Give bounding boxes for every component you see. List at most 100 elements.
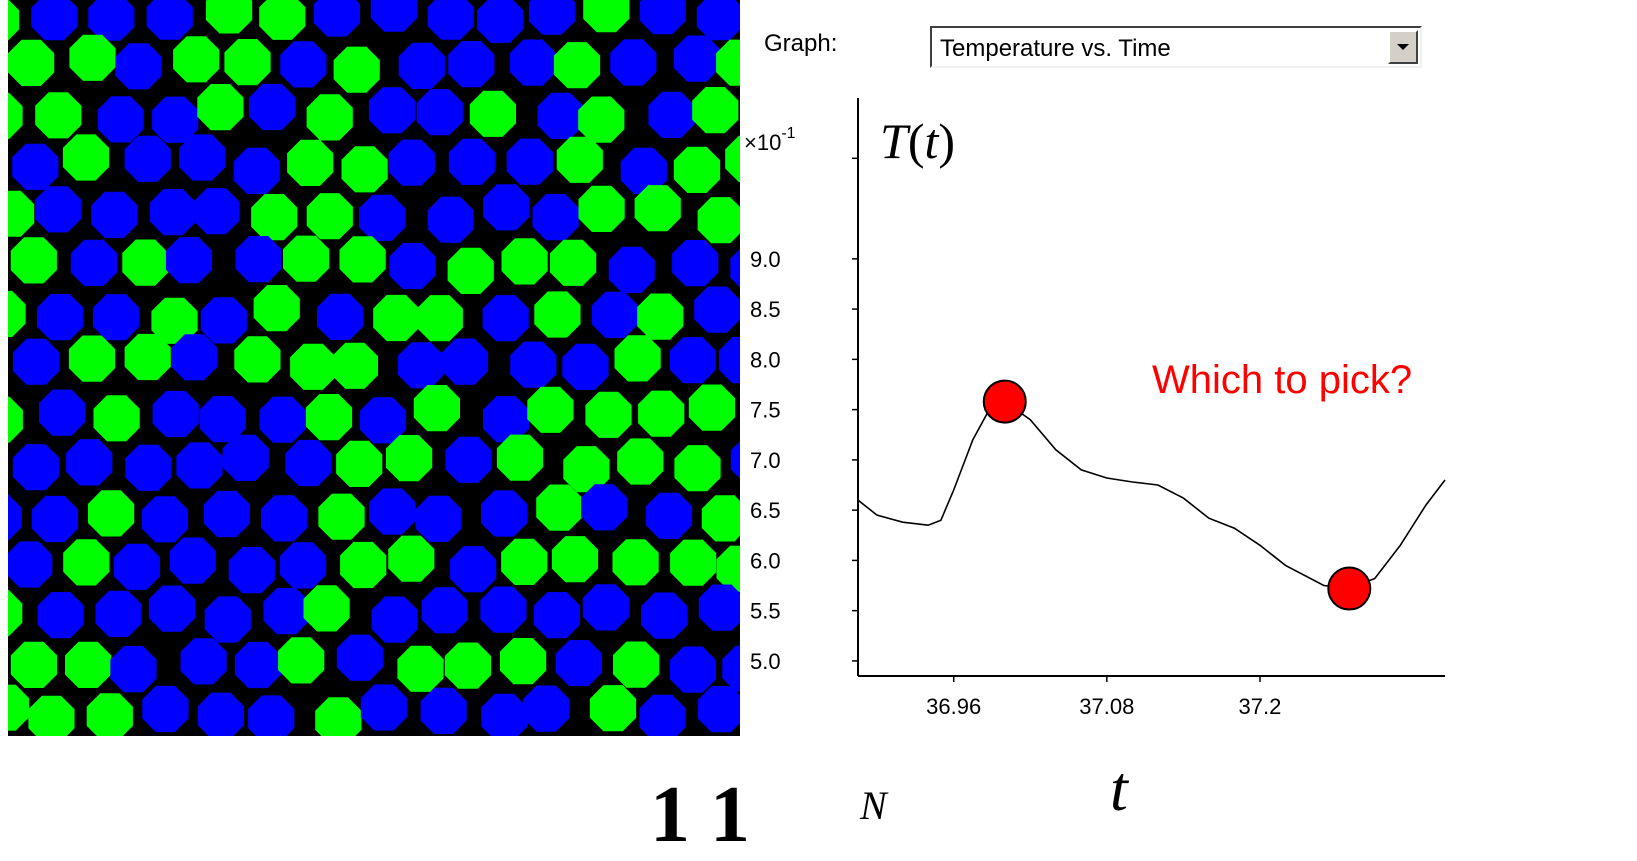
particle	[8, 290, 26, 338]
particle	[204, 596, 251, 643]
particle	[389, 243, 436, 290]
y-tick-label: 5.5	[750, 599, 781, 624]
particle	[248, 695, 295, 736]
y-tick-label: 9.0	[750, 247, 781, 272]
particle	[62, 134, 110, 181]
particle	[481, 693, 528, 736]
particle	[8, 39, 55, 86]
particle	[180, 638, 227, 685]
particle	[614, 335, 661, 382]
particle	[253, 285, 300, 332]
dropdown-arrow-button[interactable]	[1388, 30, 1418, 64]
simulation-panel	[8, 0, 740, 736]
particle	[617, 438, 664, 485]
particle	[527, 386, 574, 433]
bottom-variable: t	[1110, 753, 1128, 824]
particle	[608, 246, 655, 293]
particle	[88, 0, 135, 41]
particle	[8, 684, 30, 731]
particle	[69, 34, 116, 81]
y-tick-label: 8.5	[750, 297, 781, 322]
particle	[444, 642, 491, 689]
particle	[612, 539, 659, 586]
particle	[283, 235, 330, 282]
graph-select[interactable]: Temperature vs. Time	[930, 26, 1422, 68]
particle	[672, 240, 719, 287]
particle	[532, 194, 579, 241]
particle	[259, 0, 306, 40]
particle	[35, 186, 82, 233]
particle	[224, 39, 271, 86]
particle	[533, 592, 580, 639]
particle	[670, 539, 717, 586]
y-multiplier-label: ×10-1	[744, 125, 796, 155]
particle	[235, 236, 282, 283]
particle	[228, 547, 275, 594]
particle	[197, 692, 244, 736]
particle	[448, 138, 495, 185]
annotation-text: Which to pick?	[1152, 358, 1412, 402]
particle	[37, 294, 84, 341]
particle	[35, 92, 82, 139]
particle	[339, 236, 386, 283]
particle	[583, 0, 630, 33]
particle	[8, 0, 20, 41]
particle	[206, 0, 253, 34]
particle	[730, 248, 740, 288]
particle	[280, 542, 327, 589]
particle	[413, 385, 460, 432]
particle	[697, 197, 740, 244]
particle	[336, 634, 383, 681]
particle	[150, 189, 197, 236]
particle	[193, 188, 240, 235]
particle	[648, 91, 695, 138]
particle	[551, 536, 599, 583]
particle	[469, 90, 516, 137]
particle	[146, 0, 193, 40]
y-tick-label: 7.5	[750, 398, 781, 423]
particle	[477, 0, 524, 43]
particle	[698, 686, 740, 733]
particle	[613, 641, 660, 688]
graph-label: Graph:	[764, 30, 838, 57]
particle	[142, 496, 189, 543]
particle	[556, 136, 603, 183]
particle	[86, 693, 133, 736]
particle	[124, 135, 171, 182]
particle	[645, 492, 693, 539]
particle	[31, 495, 79, 543]
y-multiplier-exponent: -1	[781, 125, 795, 142]
graph-select-value: Temperature vs. Time	[940, 35, 1171, 62]
particle	[725, 135, 740, 182]
particle	[203, 490, 250, 538]
particle	[340, 541, 387, 589]
particle	[70, 239, 117, 286]
particle	[259, 396, 306, 443]
particle	[12, 143, 59, 190]
particle	[179, 134, 226, 181]
particle	[341, 146, 388, 193]
particle	[222, 434, 269, 481]
particle	[537, 92, 584, 139]
particle	[124, 333, 171, 381]
y-tick-label: 8.0	[750, 347, 781, 372]
particle	[122, 239, 169, 286]
bottom-superscript: N	[860, 783, 887, 828]
y-tick-label: 7.0	[750, 448, 781, 473]
particle	[420, 687, 467, 734]
particle	[28, 695, 75, 736]
particle	[39, 389, 86, 436]
particle	[500, 638, 547, 685]
particle	[305, 394, 353, 441]
particle	[634, 185, 681, 232]
particle	[578, 96, 625, 143]
particle	[550, 239, 597, 286]
particle	[562, 343, 609, 390]
particle	[698, 584, 740, 631]
particle	[610, 39, 657, 86]
particle	[113, 543, 160, 590]
particle	[501, 238, 548, 285]
particle	[261, 495, 308, 542]
particle	[388, 535, 435, 582]
particle	[142, 685, 189, 733]
